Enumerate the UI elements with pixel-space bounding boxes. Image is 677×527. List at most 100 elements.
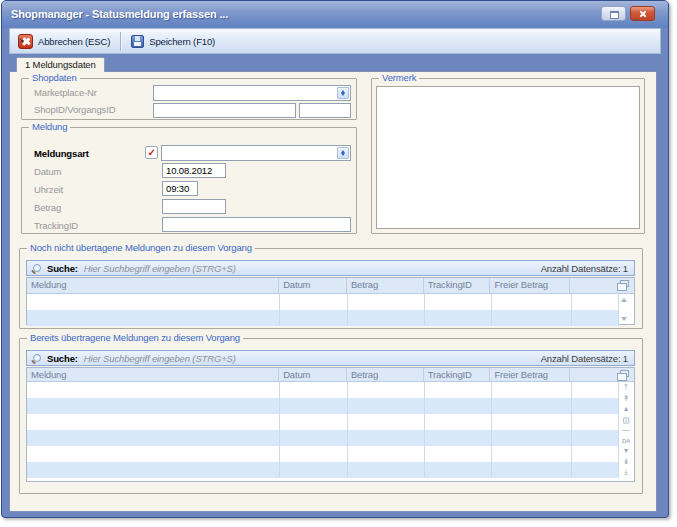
navigator-icon[interactable]: (|) [623,415,630,426]
table-cell [348,382,425,398]
table-cell [348,446,425,462]
search-icon [33,264,41,272]
toolbar-separator [120,32,121,51]
navigator-icon[interactable]: ᴅᴀ [622,436,630,447]
table-cell [348,294,425,310]
table-cell [572,414,618,430]
maximize-button[interactable] [601,6,626,21]
close-button[interactable]: x [630,6,655,21]
tab-meldungsdaten[interactable]: 1 Meldungsdaten [16,57,105,72]
column-header-trackingid[interactable]: TrackingID [424,278,491,293]
meldungsart-combo-arrows-icon[interactable] [337,147,349,159]
table-row[interactable] [27,294,619,310]
table-cell [492,446,572,462]
navigator-icon[interactable]: ↡ [623,457,630,468]
table-row[interactable] [27,310,619,326]
table-cell [572,446,618,462]
marketplace-combo-arrows-icon[interactable] [337,87,349,99]
trackingid-input[interactable] [162,217,351,232]
table-cell [492,462,572,478]
table-cell [425,382,492,398]
toolbar: × Abbrechen (ESC) Speichern (F10) [9,28,661,54]
pending-record-count: Anzahl Datensätze: 1 [541,263,634,274]
table-cell [572,462,618,478]
navigator-icon[interactable]: ▴ [624,404,628,415]
table-row[interactable] [27,430,619,446]
table-cell [27,310,280,326]
table-row[interactable] [27,382,619,398]
transferred-search-input[interactable]: Hier Suchbegriff eingeben (STRG+S) [84,353,236,364]
vorgangsid-input[interactable] [299,103,351,118]
required-check-icon[interactable]: ✓ [145,146,158,159]
group-shopdaten: Shopdaten Marketplace-Nr ShopID/Vorgangs… [21,78,357,120]
pending-scroll-down-icon[interactable] [621,317,627,321]
datum-label: Datum [34,166,61,177]
uhrzeit-input[interactable]: 09:30 [162,181,198,196]
pending-search-input[interactable]: Hier Suchbegriff eingeben (STRG+S) [84,263,236,274]
column-header-betrag[interactable]: Betrag [347,278,424,293]
transferred-navigator[interactable]: ⤒↟▴(|)—ᴅᴀ▾↡⤓ [618,383,634,478]
column-header-freier-betrag[interactable]: Freier Betrag [490,368,570,381]
column-header-datum[interactable]: Datum [279,278,347,293]
group-pending-legend: Noch nicht übertagene Meldungen zu diese… [27,242,255,254]
table-row[interactable] [27,414,619,430]
table-cell [27,398,280,414]
column-header-datum[interactable]: Datum [279,368,347,381]
table-cell [492,414,572,430]
table-cell [280,294,348,310]
dialog-window: Shopmanager - Statusmeldung erfassen ...… [1,0,669,518]
group-transferred-legend: Bereits übertragene Meldungen zu diesem … [27,332,243,344]
navigator-icon[interactable]: ⤒ [624,383,627,394]
cancel-icon: × [18,34,33,49]
group-shopdaten-legend: Shopdaten [29,72,80,84]
pending-scroll-up-icon[interactable] [621,298,627,302]
column-header-betrag[interactable]: Betrag [347,368,424,381]
save-icon [131,35,144,48]
table-cell [27,462,280,478]
table-cell [27,294,280,310]
table-cell [425,430,492,446]
trackingid-label: TrackingID [34,220,78,231]
table-cell [572,294,618,310]
column-header-meldung[interactable]: Meldung [27,278,279,293]
group-vermerk-legend: Vermerk [379,72,419,84]
table-cell [425,446,492,462]
table-cell [425,462,492,478]
save-button[interactable]: Speichern (F10) [123,30,223,52]
table-cell [280,398,348,414]
betrag-input[interactable] [162,199,226,214]
marketplace-combobox[interactable] [153,85,351,101]
table-cell [492,430,572,446]
datum-input[interactable]: 10.08.2012 [162,163,226,178]
table-cell [27,414,280,430]
navigator-icon[interactable]: ↟ [623,394,630,405]
cancel-button[interactable]: × Abbrechen (ESC) [10,30,118,52]
shopid-input[interactable] [153,103,296,118]
table-row[interactable] [27,446,619,462]
transferred-column-chooser-icon[interactable] [620,370,629,377]
cancel-button-label: Abbrechen (ESC) [38,36,110,47]
column-header-freier-betrag[interactable]: Freier Betrag [490,278,570,293]
vermerk-textarea[interactable] [376,86,640,229]
title-bar[interactable]: Shopmanager - Statusmeldung erfassen ...… [2,1,668,28]
table-cell [280,446,348,462]
table-row[interactable] [27,462,619,478]
search-icon [33,354,41,362]
table-row[interactable] [27,398,619,414]
table-cell [348,310,425,326]
column-header-trackingid[interactable]: TrackingID [424,368,491,381]
table-cell [492,294,572,310]
navigator-icon[interactable]: ▾ [624,446,628,457]
uhrzeit-label: Uhrzeit [34,184,63,195]
save-button-label: Speichern (F10) [149,36,215,47]
table-cell [425,310,492,326]
table-cell [572,382,618,398]
pending-column-chooser-icon[interactable] [620,280,629,287]
pending-search-bar[interactable]: Suche: Hier Suchbegriff eingeben (STRG+S… [26,260,635,276]
meldungsart-combobox[interactable] [161,145,351,161]
transferred-search-bar[interactable]: Suche: Hier Suchbegriff eingeben (STRG+S… [26,350,635,366]
navigator-icon[interactable]: — [622,425,630,436]
navigator-icon[interactable]: ⤓ [624,467,627,478]
table-cell [348,462,425,478]
column-header-meldung[interactable]: Meldung [27,368,279,381]
